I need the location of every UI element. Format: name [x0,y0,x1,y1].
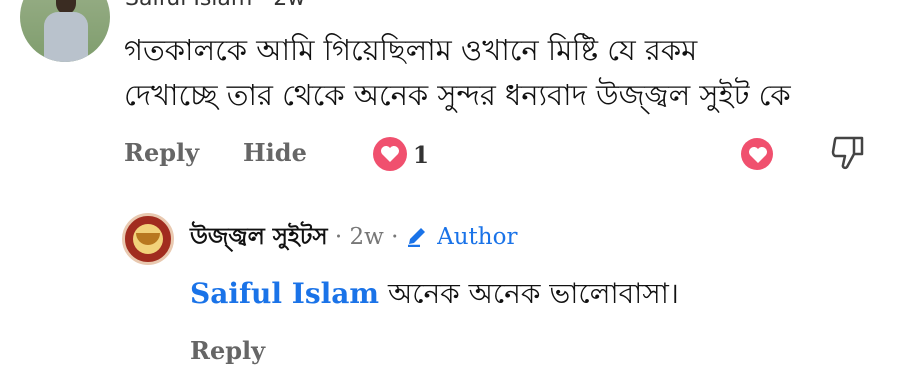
reply-message: অনেক অনেক ভালোবাসা। [379,277,679,310]
mention-link[interactable]: Saiful Islam [190,277,379,310]
dislike-thumb-icon [831,136,864,170]
reply-reply-button-cut[interactable]: Reply [190,336,265,365]
hide-button[interactable]: Hide [243,138,307,167]
love-reaction-icon [373,137,407,171]
commenter-avatar[interactable] [20,0,110,62]
author-badge: Author [406,224,518,250]
dislike-button[interactable] [830,134,866,176]
reply-text: Saiful Islam অনেক অনেক ভালোবাসা। [190,272,679,319]
reply-header: উজ্জ্বল সুইটস · 2w · Author [190,218,517,257]
reaction-count: 1 [413,142,430,169]
comment-header-cut: Saiful Islam · 2w [125,0,305,11]
avatar-person-body [44,12,88,62]
comment-text-line2: দেখাচ্ছে তার থেকে অনেক সুন্দর ধন্যবাদ উজ… [124,78,791,112]
author-badge-label: Author [437,224,518,250]
like-heart-button[interactable] [741,138,773,174]
page-avatar-logo[interactable] [122,213,174,265]
pencil-icon [407,228,425,248]
reply-timestamp: · 2w · [334,224,399,250]
reply-button[interactable]: Reply [124,138,199,167]
comment-text-line1: গতকালকে আমি গিয়েছিলাম ওখানে মিষ্টি যে র… [124,33,698,67]
comment-text: গতকালকে আমি গিয়েছিলাম ওখানে মিষ্টি যে র… [124,28,884,118]
love-reaction-badge[interactable] [373,137,407,175]
like-heart-icon [741,138,773,170]
reply-author-name[interactable]: উজ্জ্বল সুইটস [190,224,328,250]
